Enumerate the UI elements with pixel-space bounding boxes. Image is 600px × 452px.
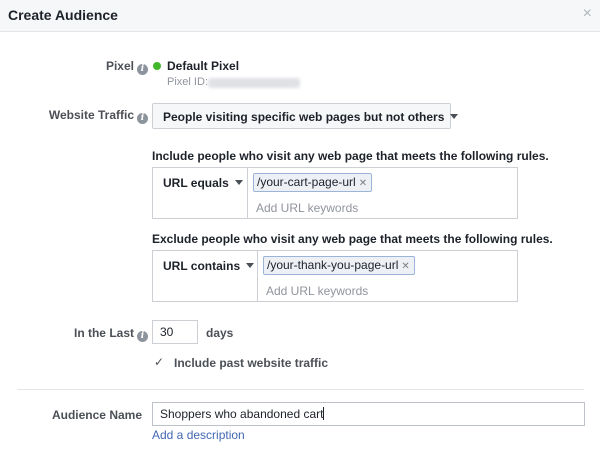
- past-traffic-label: Include past website traffic: [174, 356, 329, 370]
- exclude-rule-box: URL contains /your-thank-you-page-url ✕ A…: [152, 250, 518, 302]
- pixel-label: Pixel i: [60, 59, 148, 75]
- website-traffic-dropdown[interactable]: People visiting specific web pages but n…: [152, 103, 459, 129]
- url-token-text: /your-thank-you-page-url: [267, 258, 399, 272]
- website-traffic-selected-text: People visiting specific web pages but n…: [163, 110, 445, 124]
- include-rule-text: Include people who visit any web page th…: [152, 149, 549, 163]
- past-traffic-checkbox[interactable]: ✓: [154, 356, 166, 368]
- audience-name-input[interactable]: Shoppers who abandoned cart: [152, 402, 585, 426]
- info-icon[interactable]: i: [137, 113, 148, 124]
- audience-name-value: Shoppers who abandoned cart: [160, 407, 324, 421]
- pixel-id-value: [208, 78, 300, 88]
- include-operator: URL equals: [163, 176, 243, 190]
- info-icon[interactable]: i: [137, 64, 148, 75]
- close-icon[interactable]: ×: [583, 6, 592, 22]
- exclude-operator-text: URL contains: [163, 259, 241, 273]
- website-traffic-label: Website Traffic i: [20, 108, 148, 124]
- chevron-down-icon: [246, 263, 255, 268]
- pixel-name: Default Pixel: [167, 59, 240, 73]
- pixel-id-label: Pixel ID:: [167, 76, 208, 88]
- chevron-down-icon: [234, 180, 243, 185]
- remove-token-icon[interactable]: ✕: [359, 178, 367, 189]
- url-token: /your-thank-you-page-url ✕: [263, 256, 415, 275]
- dialog-title: Create Audience: [8, 7, 118, 23]
- include-rule-box: URL equals /your-cart-page-url ✕ Add URL …: [152, 167, 518, 219]
- audience-name-label: Audience Name: [51, 408, 142, 422]
- chevron-down-icon: [450, 114, 459, 119]
- website-traffic-selected: People visiting specific web pages but n…: [163, 110, 459, 124]
- include-url-input[interactable]: Add URL keywords: [256, 201, 358, 215]
- in-the-last-label: In the Last i: [40, 326, 148, 342]
- remove-token-icon[interactable]: ✕: [401, 261, 409, 272]
- days-input[interactable]: 30: [152, 320, 198, 344]
- dialog-header: Create Audience ×: [0, 0, 600, 32]
- url-token: /your-cart-page-url ✕: [253, 173, 373, 192]
- pixel-label-text: Pixel: [105, 59, 134, 73]
- days-unit: days: [206, 326, 234, 340]
- exclude-operator-dropdown[interactable]: URL contains: [153, 251, 258, 301]
- add-description-link[interactable]: Add a description: [152, 428, 245, 442]
- url-token-text: /your-cart-page-url: [257, 175, 356, 189]
- website-traffic-label-text: Website Traffic: [48, 108, 134, 122]
- exclude-operator: URL contains: [163, 259, 255, 273]
- exclude-url-input[interactable]: Add URL keywords: [266, 284, 368, 298]
- divider: [17, 389, 584, 390]
- info-icon[interactable]: i: [137, 331, 148, 342]
- pixel-status-dot: [153, 62, 161, 70]
- include-operator-text: URL equals: [163, 176, 229, 190]
- include-operator-dropdown[interactable]: URL equals: [153, 168, 248, 218]
- in-the-last-label-text: In the Last: [73, 326, 134, 340]
- text-cursor: [323, 407, 325, 420]
- exclude-rule-text: Exclude people who visit any web page th…: [152, 232, 553, 246]
